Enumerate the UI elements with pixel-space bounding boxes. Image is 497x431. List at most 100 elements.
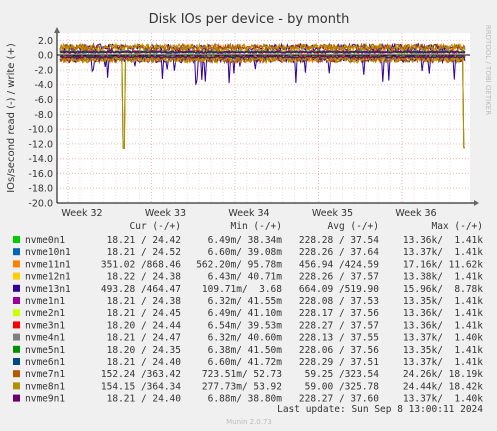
- legend-header: Avg (-/+): [328, 221, 379, 232]
- legend-cur: 493.28 /464.47: [101, 284, 181, 295]
- rrdtool-credit: RRDTOOL / TOBI OETIKER: [484, 25, 492, 115]
- last-update: Last update: Sun Sep 8 13:00:11 2024: [277, 404, 483, 415]
- legend-cur: 18.21 / 24.40: [107, 357, 182, 368]
- y-tick-label: -2.0: [34, 65, 53, 76]
- chart-title: Disk IOs per device - by month: [149, 12, 350, 27]
- legend-min: 6.49m/ 41.10m: [208, 308, 283, 319]
- legend-min: 6.60m/ 41.72m: [208, 357, 283, 368]
- legend-swatch: [13, 370, 20, 378]
- y-tick-label: -4.0: [34, 80, 53, 91]
- legend-swatch: [13, 345, 20, 353]
- legend-name: nvme0n1: [25, 235, 65, 246]
- legend-max: 17.16k/ 11.62k: [403, 259, 483, 270]
- legend-min: 109.71m/ 3.68: [202, 284, 282, 295]
- chart-canvas: Disk IOs per device - by month IOs/secon…: [0, 0, 497, 431]
- legend-max: 13.36k/ 1.41k: [403, 308, 483, 319]
- legend-swatch: [13, 284, 20, 292]
- legend-avg: 228.06 / 37.56: [299, 345, 379, 356]
- legend-min: 723.51m/ 52.73: [202, 369, 282, 380]
- legend-name: nvme7n1: [25, 369, 65, 380]
- legend-avg: 456.94 /424.59: [299, 259, 379, 270]
- legend-avg: 59.00 /325.78: [305, 381, 380, 392]
- legend-min: 6.43m/ 40.71m: [208, 272, 283, 283]
- y-tick-label: -18.0: [28, 184, 53, 195]
- legend-name: nvme4n1: [25, 333, 65, 344]
- legend-max: 15.96k/ 8.78k: [403, 284, 483, 295]
- munin-version: Munin 2.0.73: [226, 418, 272, 426]
- legend-max: 13.37k/ 1.40k: [403, 333, 483, 344]
- legend-cur: 18.21 / 24.42: [107, 235, 181, 246]
- y-tick-label: 2.0: [38, 36, 53, 47]
- legend-min: 6.49m/ 38.34m: [208, 235, 283, 246]
- legend-avg: 228.13 / 37.55: [299, 333, 379, 344]
- legend-cur: 18.21 / 24.52: [107, 247, 181, 258]
- legend-swatch: [13, 272, 20, 280]
- legend-header: Max (-/+): [432, 221, 483, 232]
- legend-name: nvme13n1: [25, 284, 71, 295]
- legend-min: 6.38m/ 41.50m: [208, 345, 283, 356]
- legend-name: nvme10n1: [25, 247, 71, 258]
- legend-min: 6.54m/ 39.53m: [208, 320, 283, 331]
- legend-name: nvme9n1: [25, 394, 65, 405]
- legend-min: 6.32m/ 41.55m: [208, 296, 283, 307]
- legend-avg: 228.27 / 37.57: [299, 320, 379, 331]
- y-tick-label: -6.0: [34, 95, 53, 106]
- legend-max: 13.35k/ 1.41k: [403, 296, 483, 307]
- y-tick-label: -16.0: [28, 169, 53, 180]
- legend-max: 24.26k/ 18.19k: [403, 369, 483, 380]
- legend-max: 13.37k/ 1.40k: [403, 394, 483, 405]
- legend-max: 13.37k/ 1.41k: [403, 357, 483, 368]
- legend-swatch: [13, 394, 20, 402]
- legend-swatch: [13, 358, 20, 365]
- x-tick-label: Week 34: [228, 208, 269, 219]
- x-tick-label: Week 32: [61, 208, 102, 219]
- legend-avg: 228.26 / 37.57: [299, 272, 379, 283]
- legend-max: 24.44k/ 18.42k: [403, 381, 483, 392]
- legend-avg: 228.28 / 37.54: [299, 235, 379, 246]
- legend-name: nvme6n1: [25, 357, 65, 368]
- legend-name: nvme12n1: [25, 272, 71, 283]
- legend-cur: 18.20 / 24.35: [107, 345, 181, 356]
- legend-avg: 228.26 / 37.64: [299, 247, 379, 258]
- y-tick-label: -8.0: [34, 110, 53, 121]
- legend-avg: 59.25 /323.54: [305, 369, 380, 380]
- y-axis-label: IOs/second read (-) / write (+): [6, 43, 17, 193]
- legend-swatch: [13, 382, 20, 390]
- legend-max: 13.35k/ 1.41k: [403, 345, 483, 356]
- legend-min: 562.20m/ 95.78m: [196, 259, 282, 270]
- legend-cur: 18.21 / 24.47: [107, 333, 181, 344]
- legend-name: nvme3n1: [25, 320, 65, 331]
- y-tick-label: -14.0: [28, 154, 53, 165]
- legend-cur: 18.21 / 24.45: [107, 308, 181, 319]
- legend-cur: 351.02 /868.46: [101, 259, 181, 270]
- legend-min: 6.60m/ 39.08m: [208, 247, 283, 258]
- legend-max: 13.36k/ 1.41k: [403, 320, 483, 331]
- legend-swatch: [13, 309, 20, 317]
- legend-cur: 18.21 / 24.40: [107, 394, 182, 405]
- legend-swatch: [13, 248, 20, 256]
- legend-name: nvme11n1: [25, 259, 71, 270]
- legend-name: nvme2n1: [25, 308, 65, 319]
- legend-cur: 18.22 / 24.38: [107, 272, 182, 283]
- y-tick-label: -20.0: [28, 199, 53, 210]
- munin-graph: Disk IOs per device - by month IOs/secon…: [0, 0, 497, 431]
- legend-name: nvme1n1: [25, 296, 65, 307]
- y-tick-label: 0.0: [38, 51, 53, 62]
- legend-swatch: [13, 297, 20, 304]
- legend-header: Min (-/+): [231, 221, 282, 232]
- legend-cur: 18.20 / 24.44: [107, 320, 182, 331]
- y-tick-label: -10.0: [28, 125, 53, 136]
- legend-name: nvme8n1: [25, 381, 65, 392]
- legend-swatch: [13, 236, 20, 243]
- legend-max: 13.38k/ 1.41k: [403, 272, 483, 283]
- legend-min: 6.88m/ 38.80m: [208, 394, 283, 405]
- legend-max: 13.36k/ 1.41k: [403, 235, 483, 246]
- legend-avg: 228.08 / 37.53: [299, 296, 379, 307]
- x-tick-label: Week 33: [145, 208, 186, 219]
- legend-swatch: [13, 260, 20, 268]
- legend-avg: 664.09 /519.90: [299, 284, 379, 295]
- legend-swatch: [13, 333, 20, 341]
- legend-cur: 18.21 / 24.38: [107, 296, 182, 307]
- legend-avg: 228.17 / 37.56: [299, 308, 379, 319]
- x-tick-label: Week 35: [312, 208, 353, 219]
